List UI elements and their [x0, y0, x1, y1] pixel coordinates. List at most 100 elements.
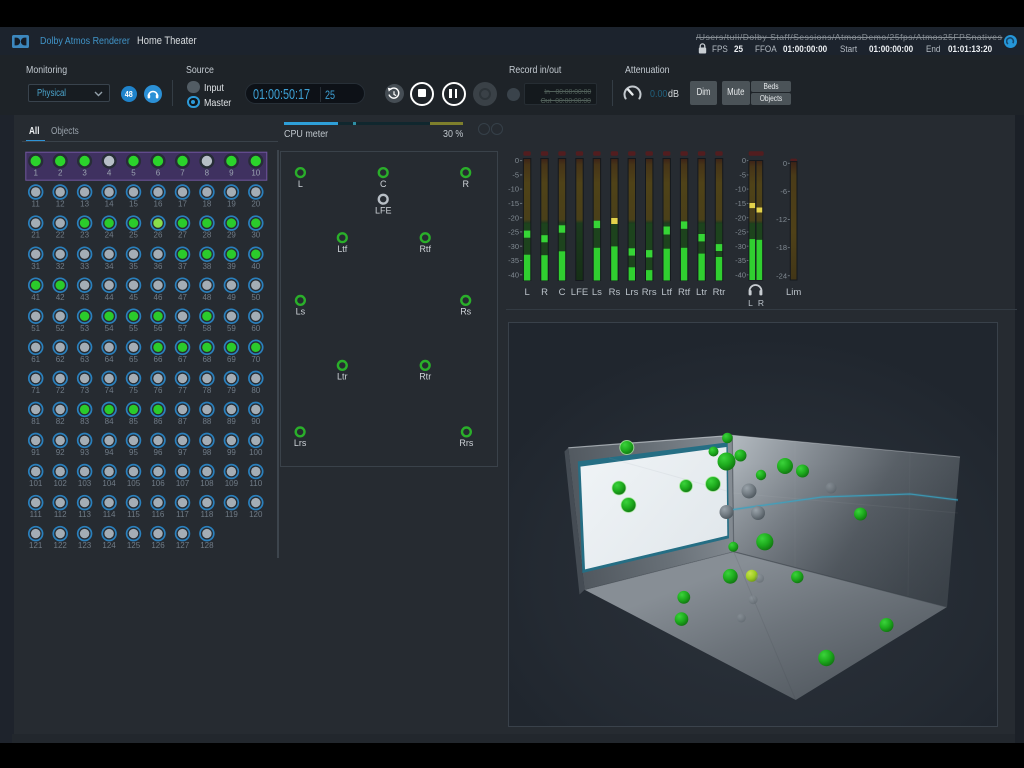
svg-text:24: 24	[105, 231, 114, 240]
svg-text:115: 115	[127, 510, 140, 519]
svg-text:R: R	[758, 298, 764, 308]
svg-text:-20: -20	[508, 213, 519, 222]
svg-text:111: 111	[30, 510, 43, 519]
svg-text:LFE: LFE	[375, 205, 392, 215]
svg-text:2: 2	[58, 169, 63, 178]
svg-text:Rrs: Rrs	[642, 287, 657, 298]
svg-text:42: 42	[56, 293, 65, 302]
svg-text:-15: -15	[735, 199, 746, 208]
svg-text:89: 89	[227, 417, 236, 426]
svg-text:75: 75	[129, 386, 138, 395]
svg-text:4: 4	[107, 169, 112, 178]
svg-text:3: 3	[82, 169, 87, 178]
svg-text:86: 86	[154, 417, 163, 426]
svg-text:8: 8	[205, 169, 210, 178]
svg-text:13: 13	[80, 200, 89, 209]
svg-text:-40: -40	[735, 270, 746, 279]
svg-text:-5: -5	[512, 171, 519, 180]
svg-text:L: L	[748, 298, 753, 308]
svg-text:Rrs: Rrs	[459, 438, 473, 448]
svg-text:14: 14	[105, 200, 114, 209]
svg-text:37: 37	[178, 262, 187, 271]
svg-text:109: 109	[225, 479, 239, 488]
svg-text:54: 54	[105, 324, 114, 333]
svg-text:70: 70	[251, 355, 260, 364]
svg-text:Ltr: Ltr	[696, 287, 707, 298]
svg-text:93: 93	[80, 448, 89, 457]
svg-text:85: 85	[129, 417, 138, 426]
svg-text:118: 118	[201, 510, 214, 519]
svg-text:5: 5	[131, 169, 136, 178]
svg-text:72: 72	[56, 386, 65, 395]
svg-text:45: 45	[129, 293, 138, 302]
svg-text:20: 20	[251, 200, 260, 209]
svg-text:28: 28	[202, 231, 211, 240]
svg-text:0: 0	[783, 159, 787, 168]
svg-text:L: L	[298, 179, 303, 189]
svg-text:68: 68	[202, 355, 211, 364]
svg-text:-25: -25	[508, 228, 519, 237]
svg-text:71: 71	[31, 386, 40, 395]
svg-text:67: 67	[178, 355, 187, 364]
svg-text:90: 90	[251, 417, 260, 426]
svg-text:56: 56	[154, 324, 163, 333]
svg-text:113: 113	[78, 510, 91, 519]
svg-text:116: 116	[152, 510, 165, 519]
svg-text:35: 35	[129, 262, 138, 271]
svg-text:-24: -24	[776, 271, 787, 280]
svg-text:105: 105	[127, 479, 141, 488]
svg-text:74: 74	[105, 386, 114, 395]
svg-text:127: 127	[176, 541, 190, 550]
svg-text:25: 25	[129, 231, 138, 240]
svg-text:126: 126	[151, 541, 165, 550]
svg-text:-30: -30	[508, 242, 519, 251]
svg-text:91: 91	[31, 448, 40, 457]
svg-text:Rs: Rs	[609, 287, 621, 298]
svg-text:-15: -15	[508, 199, 519, 208]
svg-text:107: 107	[176, 479, 190, 488]
svg-text:-25: -25	[735, 228, 746, 237]
svg-text:Rtr: Rtr	[713, 287, 726, 298]
svg-text:128: 128	[200, 541, 214, 550]
svg-text:100: 100	[249, 448, 263, 457]
svg-text:124: 124	[102, 541, 116, 550]
svg-text:46: 46	[154, 293, 163, 302]
svg-text:98: 98	[202, 448, 211, 457]
svg-text:40: 40	[251, 262, 260, 271]
svg-text:-40: -40	[508, 270, 519, 279]
svg-text:108: 108	[200, 479, 214, 488]
svg-text:32: 32	[56, 262, 65, 271]
svg-text:102: 102	[54, 479, 68, 488]
svg-text:57: 57	[178, 324, 187, 333]
svg-text:34: 34	[105, 262, 114, 271]
svg-text:26: 26	[154, 231, 163, 240]
svg-text:33: 33	[80, 262, 89, 271]
svg-text:112: 112	[54, 510, 67, 519]
svg-text:117: 117	[176, 510, 189, 519]
svg-text:11: 11	[32, 200, 41, 209]
svg-text:47: 47	[178, 293, 187, 302]
svg-text:65: 65	[129, 355, 138, 364]
svg-text:121: 121	[29, 541, 43, 550]
svg-text:R: R	[462, 179, 469, 189]
svg-text:Rtf: Rtf	[419, 244, 431, 254]
svg-text:73: 73	[80, 386, 89, 395]
svg-text:Rs: Rs	[460, 307, 471, 317]
svg-text:88: 88	[202, 417, 211, 426]
svg-text:52: 52	[56, 324, 65, 333]
svg-text:49: 49	[227, 293, 236, 302]
svg-text:Ltr: Ltr	[337, 372, 348, 382]
svg-text:-30: -30	[735, 242, 746, 251]
svg-text:LFE: LFE	[571, 287, 588, 298]
svg-text:120: 120	[249, 510, 263, 519]
svg-text:15: 15	[129, 200, 138, 209]
svg-text:82: 82	[56, 417, 65, 426]
svg-text:R: R	[541, 287, 548, 298]
svg-text:31: 31	[31, 262, 40, 271]
svg-text:39: 39	[227, 262, 236, 271]
svg-text:44: 44	[105, 293, 114, 302]
svg-text:36: 36	[154, 262, 163, 271]
svg-text:Ltf: Ltf	[337, 244, 348, 254]
svg-text:106: 106	[151, 479, 165, 488]
svg-text:62: 62	[56, 355, 65, 364]
